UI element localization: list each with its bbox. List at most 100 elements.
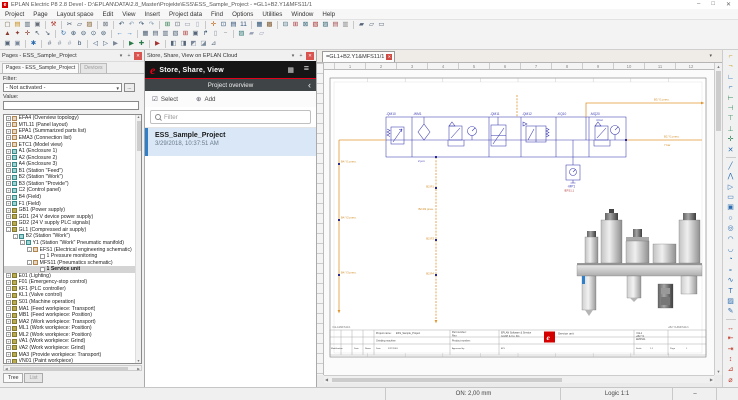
window-grid-icon[interactable]: ▦	[141, 30, 150, 38]
apps-grid-icon[interactable]: ▦	[287, 66, 294, 74]
minimize-button[interactable]: –	[697, 1, 700, 8]
select-button[interactable]: Select	[161, 96, 178, 103]
t-node-left-icon[interactable]: ⊣	[725, 104, 737, 114]
menu-item[interactable]: Help	[322, 11, 335, 18]
refresh-icon[interactable]: ↻	[59, 30, 68, 38]
expander-icon[interactable]: +	[6, 332, 11, 337]
delete-icon[interactable]: ⊠	[101, 21, 110, 29]
tab-devices[interactable]: Devices	[80, 63, 106, 73]
expander-icon[interactable]: +	[6, 273, 11, 278]
text-icon[interactable]: T	[725, 287, 737, 297]
drawing-canvas[interactable]: -QM10 -WM1 -QM11 -QM12 -KQ10 -MQ20 2 µm …	[324, 70, 714, 375]
copy-icon[interactable]: ▱	[75, 21, 84, 29]
filter-select[interactable]: - Not activated - ▼	[3, 83, 122, 92]
tree-horizontal-scrollbar[interactable]: ◀ ▶	[3, 365, 142, 371]
scroll-down-icon[interactable]: ▼	[136, 359, 141, 363]
favorites-icon[interactable]: ✱	[29, 40, 38, 48]
menu-item[interactable]: Window	[291, 11, 313, 18]
expander-icon[interactable]: +	[6, 188, 11, 193]
maximize-button[interactable]: □	[711, 1, 715, 8]
tab-tree[interactable]: Tree	[3, 373, 23, 383]
expander-icon[interactable]: +	[6, 122, 11, 127]
settings-wrench-icon[interactable]: ⚒	[49, 21, 58, 29]
cross-node-icon[interactable]: ✛	[725, 135, 737, 145]
new-page-icon[interactable]: ▢	[3, 21, 12, 29]
undo-icon[interactable]: ↶	[117, 21, 126, 29]
zoom-out-icon[interactable]: ⊖	[79, 30, 88, 38]
expander-icon[interactable]: +	[6, 319, 11, 324]
align-tool-icon[interactable]: ▲	[3, 30, 12, 38]
tab-list[interactable]: List	[24, 373, 42, 383]
expander-icon[interactable]: +	[6, 339, 11, 344]
menu-item[interactable]: Project	[5, 11, 24, 18]
insert-text-icon[interactable]: ▯	[193, 21, 202, 29]
goto-page-icon[interactable]: ▶	[111, 40, 120, 48]
cloud-filter-input[interactable]: Filter	[150, 110, 311, 124]
frame-icon[interactable]: ▯	[211, 30, 220, 38]
interruption-navigator-icon[interactable]: ▤	[331, 21, 340, 29]
panel-dropdown-icon[interactable]: ▾	[289, 52, 297, 60]
collapse-icon[interactable]: −	[221, 30, 230, 38]
parts-list-icon[interactable]: ▦	[255, 21, 264, 29]
angle-up-right-icon[interactable]: ∟	[725, 73, 737, 83]
collapse-chevron-icon[interactable]: ‹	[308, 79, 311, 91]
scroll-down-icon[interactable]: ▼	[715, 369, 722, 374]
scrollbar-thumb[interactable]	[137, 121, 141, 151]
plc-navigator-icon[interactable]: ▧	[311, 21, 320, 29]
full-page-icon[interactable]: ⊡	[219, 21, 228, 29]
panel-dropdown-icon[interactable]: ▾	[117, 52, 125, 60]
t-node-down-icon[interactable]: ⊥	[725, 125, 737, 135]
menu-item[interactable]: View	[122, 11, 135, 18]
rectangle-icon[interactable]: ▭	[725, 193, 737, 203]
insert-window-macro-icon[interactable]: ▭	[183, 21, 192, 29]
sector-icon[interactable]: ◔	[725, 255, 737, 265]
quadrant-d-icon[interactable]: ◪	[199, 40, 208, 48]
redo-icon[interactable]: ↷	[137, 21, 146, 29]
project-management-icon[interactable]: ▥	[23, 21, 32, 29]
panel-close-icon[interactable]: ✕	[134, 52, 142, 60]
expander-icon[interactable]: +	[6, 116, 11, 121]
page-macro-icon[interactable]: #	[45, 40, 54, 48]
menu-item[interactable]: Project data	[169, 11, 202, 18]
scrollbar-thumb[interactable]	[716, 71, 721, 131]
angle-down-left-icon[interactable]: ¬	[725, 62, 737, 72]
symbol-macro-icon[interactable]: #	[65, 40, 74, 48]
menu-item[interactable]: Page	[33, 11, 47, 18]
layer-b-icon[interactable]: ▱	[367, 21, 376, 29]
expander-icon[interactable]: -	[20, 240, 25, 245]
tree-item[interactable]: + VN01 (Paint workpiece)	[4, 358, 141, 364]
connection-navigator-icon[interactable]: ▨	[321, 21, 330, 29]
expander-icon[interactable]: +	[6, 352, 11, 357]
scrollbar-thumb[interactable]	[10, 367, 128, 371]
expander-icon[interactable]: +	[6, 326, 11, 331]
cable-navigator-icon[interactable]: ⊞	[291, 21, 300, 29]
layers-icon[interactable]: ▨	[237, 30, 246, 38]
hyperlink-icon[interactable]: ✎	[725, 307, 737, 317]
expander-icon[interactable]: +	[6, 293, 11, 298]
terminal-navigator-icon[interactable]: ⊠	[301, 21, 310, 29]
scale-tool-icon[interactable]: ✦	[13, 30, 22, 38]
zoom-in-icon[interactable]: ⊕	[69, 30, 78, 38]
window-macro-icon[interactable]: #	[55, 40, 64, 48]
circle-center-icon[interactable]: ◎	[725, 224, 737, 234]
expander-icon[interactable]: -	[6, 227, 11, 232]
run-check-icon[interactable]: ▶	[127, 40, 136, 48]
grid-display-icon[interactable]: ▣	[191, 30, 200, 38]
add-button[interactable]: Add	[204, 96, 215, 103]
paste-icon[interactable]: ▨	[85, 21, 94, 29]
scrollbar-thumb[interactable]	[332, 378, 562, 382]
split-vertical-icon[interactable]: ▥	[161, 30, 170, 38]
project-list-item[interactable]: ESS_Sample_Project 3/29/2018, 10:37:51 A…	[145, 128, 316, 156]
value-input[interactable]	[3, 101, 139, 110]
snap-grid-icon[interactable]: ⊞	[181, 30, 190, 38]
expander-icon[interactable]: +	[6, 168, 11, 173]
open-project-icon[interactable]: ▤	[13, 21, 22, 29]
scroll-left-icon[interactable]: ◀	[325, 377, 328, 382]
editor-tab[interactable]: =GL1+B2.Y1&MFS11/1 ✕	[322, 51, 395, 62]
t-node-up-icon[interactable]: ⊤	[725, 114, 737, 124]
forward-icon[interactable]: →	[125, 30, 134, 38]
expander-icon[interactable]: +	[6, 162, 11, 167]
cut-icon[interactable]: ✂	[65, 21, 74, 29]
quadrant-a-icon[interactable]: ◧	[169, 40, 178, 48]
device-navigator-icon[interactable]: ⊟	[281, 21, 290, 29]
